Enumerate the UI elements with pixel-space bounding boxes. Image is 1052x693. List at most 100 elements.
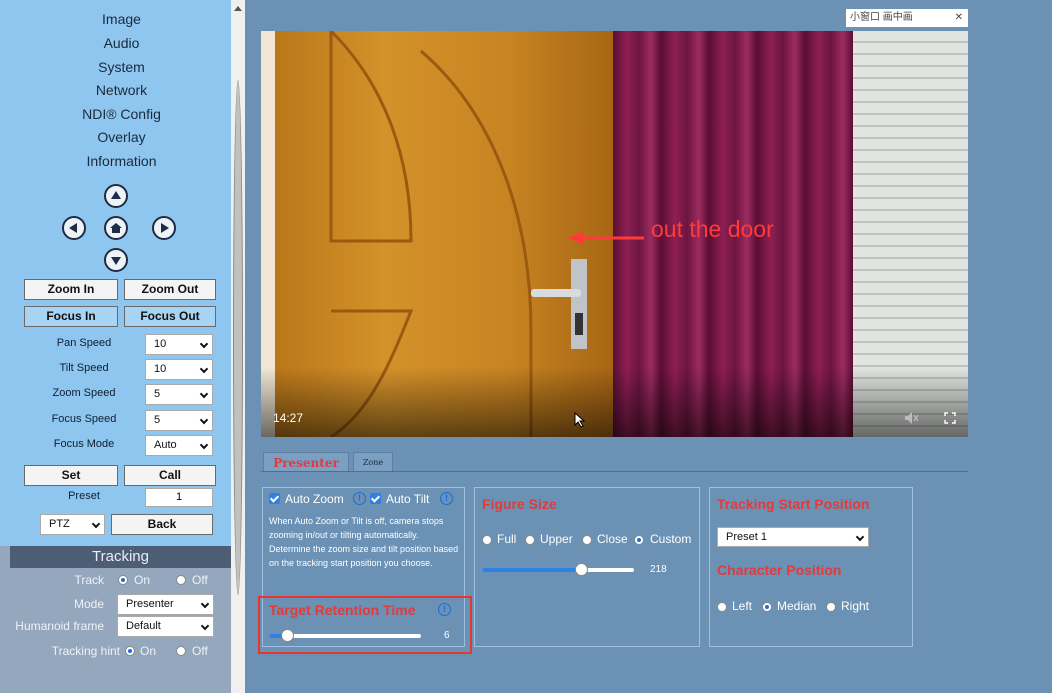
chevron-down-icon	[199, 339, 209, 349]
position-right-radio[interactable]	[826, 602, 836, 612]
track-label: Track	[74, 573, 104, 587]
figure-size-slider[interactable]	[482, 563, 634, 576]
pan-up-button[interactable]	[104, 184, 128, 208]
arrow-left-icon	[69, 223, 77, 233]
menu-item-overlay[interactable]: Overlay	[0, 129, 243, 145]
menu-item-image[interactable]: Image	[0, 11, 243, 27]
focus-speed-value: 5	[154, 414, 161, 426]
fullscreen-icon[interactable]	[944, 412, 956, 424]
tabs-divider	[261, 471, 968, 472]
mode-select[interactable]: Presenter	[117, 594, 214, 615]
tilt-speed-value: 10	[154, 363, 167, 375]
focus-speed-select[interactable]: 5	[145, 410, 213, 431]
arrow-up-icon	[111, 191, 121, 199]
menu-item-system[interactable]: System	[0, 59, 243, 75]
annotation-text: out the door	[651, 216, 774, 242]
humanoid-frame-select[interactable]: Default	[117, 616, 214, 637]
auto-zoom-checkbox[interactable]	[269, 493, 280, 504]
home-button[interactable]	[104, 216, 128, 240]
zoom-speed-label: Zoom Speed	[52, 387, 116, 399]
tracking-hint-off-radio[interactable]	[176, 646, 186, 656]
call-preset-button[interactable]: Call	[124, 465, 216, 486]
retention-slider[interactable]	[269, 629, 421, 642]
pan-down-button[interactable]	[104, 248, 128, 272]
figure-upper-radio[interactable]	[525, 535, 535, 545]
retention-info-icon[interactable]: !	[438, 603, 451, 616]
auto-tilt-checkbox[interactable]	[370, 493, 381, 504]
mode-label: Mode	[73, 597, 104, 611]
zoom-out-button[interactable]: Zoom Out	[124, 279, 216, 300]
video-timestamp: 14:27	[273, 411, 304, 425]
video-bottom-gradient	[261, 367, 968, 437]
chevron-down-icon	[200, 599, 210, 609]
focus-out-button[interactable]: Focus Out	[124, 306, 216, 327]
position-left-label: Left	[732, 599, 753, 613]
tracking-start-title: Tracking Start Position	[717, 496, 870, 512]
figure-upper-label: Upper	[540, 532, 573, 546]
menu-item-network[interactable]: Network	[0, 82, 243, 98]
zoom-speed-select[interactable]: 5	[145, 384, 213, 405]
character-position-title: Character Position	[717, 562, 842, 578]
chevron-down-icon	[199, 364, 209, 374]
auto-tilt-label: Auto Tilt	[386, 492, 430, 506]
track-on-radio[interactable]	[118, 575, 128, 585]
tracking-start-value: Preset 1	[726, 531, 767, 543]
back-button[interactable]: Back	[111, 514, 213, 535]
preset-label: Preset	[68, 490, 100, 502]
arrow-right-icon	[161, 223, 169, 233]
auto-tilt-info-icon[interactable]: !	[440, 492, 453, 505]
set-preset-button[interactable]: Set	[24, 465, 118, 486]
home-icon	[110, 223, 122, 233]
mode-value: Presenter	[126, 598, 174, 610]
pan-left-button[interactable]	[62, 216, 86, 240]
mouse-cursor-icon	[574, 412, 586, 428]
tracking-start-select[interactable]: Preset 1	[717, 527, 869, 547]
menu-item-audio[interactable]: Audio	[0, 35, 243, 51]
position-left-radio[interactable]	[717, 602, 727, 612]
figure-size-slider-thumb[interactable]	[574, 563, 588, 576]
humanoid-frame-label: Humanoid frame	[15, 619, 104, 633]
position-median-radio[interactable]	[762, 602, 772, 612]
figure-full-radio[interactable]	[482, 535, 492, 545]
tab-presenter[interactable]: Presenter	[263, 452, 349, 472]
video-preview[interactable]: out the door 14:27	[261, 31, 968, 437]
scrollbar-thumb[interactable]	[233, 80, 243, 595]
ptz-mode-select[interactable]: PTZ	[40, 514, 105, 535]
humanoid-frame-value: Default	[126, 620, 161, 632]
pan-right-button[interactable]	[152, 216, 176, 240]
figure-custom-radio[interactable]	[634, 535, 644, 545]
auto-zoom-info-icon[interactable]: !	[353, 492, 366, 505]
mute-icon[interactable]	[904, 411, 918, 425]
tilt-speed-label: Tilt Speed	[59, 362, 109, 374]
close-icon[interactable]: ✕	[955, 9, 963, 27]
red-arrow-annotation	[568, 231, 644, 245]
figure-full-label: Full	[497, 532, 517, 546]
focus-mode-label: Focus Mode	[53, 438, 115, 450]
pip-overlay-bar[interactable]: 小窗口 画中画 ✕	[846, 9, 968, 27]
scroll-up-icon[interactable]	[234, 6, 242, 11]
menu-item-information[interactable]: Information	[0, 153, 243, 169]
pan-speed-select[interactable]: 10	[145, 334, 213, 355]
figure-size-title: Figure Size	[482, 496, 557, 512]
focus-in-button[interactable]: Focus In	[24, 306, 118, 327]
track-off-radio[interactable]	[176, 575, 186, 585]
figure-close-radio[interactable]	[582, 535, 592, 545]
tilt-speed-select[interactable]: 10	[145, 359, 213, 380]
track-off-label: Off	[192, 573, 208, 587]
figure-close-label: Close	[597, 532, 628, 546]
zoom-in-button[interactable]: Zoom In	[24, 279, 118, 300]
menu-item-ndi-config[interactable]: NDI® Config	[0, 106, 243, 122]
figure-size-slider-fill	[482, 568, 581, 572]
position-median-label: Median	[777, 599, 817, 613]
retention-value: 6	[444, 630, 450, 641]
sidebar-scrollbar[interactable]	[231, 0, 245, 693]
preset-number-input[interactable]: 1	[145, 488, 213, 507]
chevron-down-icon	[855, 532, 865, 542]
tracking-hint-on-radio[interactable]	[125, 646, 135, 656]
retention-title: Target Retention Time	[269, 602, 416, 618]
focus-mode-select[interactable]: Auto	[145, 435, 213, 456]
chevron-down-icon	[199, 415, 209, 425]
focus-speed-label: Focus Speed	[51, 413, 117, 425]
tab-zone[interactable]: Zone	[353, 452, 393, 472]
chevron-down-icon	[200, 621, 210, 631]
